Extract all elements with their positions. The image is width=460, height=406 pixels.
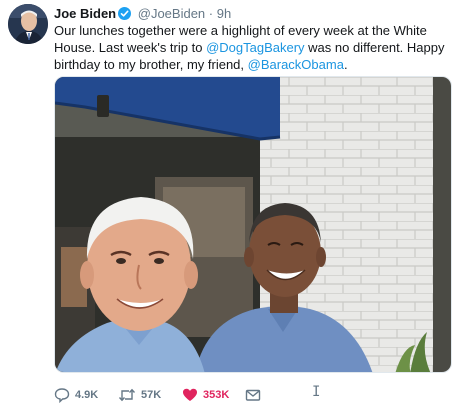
separator-dot: · bbox=[208, 6, 214, 21]
reply-icon bbox=[54, 388, 70, 403]
author-name[interactable]: Joe Biden bbox=[54, 6, 116, 21]
tweet-text: Our lunches together were a highlight of… bbox=[54, 22, 454, 73]
avatar-image bbox=[8, 4, 48, 44]
reply-button[interactable]: 4.9K bbox=[54, 386, 98, 404]
verified-badge-icon bbox=[118, 7, 132, 20]
photo-image bbox=[55, 77, 451, 372]
mention-dogtagbakery[interactable]: @DogTagBakery bbox=[206, 40, 304, 55]
heart-icon bbox=[183, 388, 197, 401]
like-button[interactable]: 353K bbox=[182, 386, 229, 404]
retweet-button[interactable]: 57K bbox=[118, 386, 161, 404]
tweet-text-part: . bbox=[343, 57, 348, 72]
tweet-header: Joe Biden @JoeBiden · 9h bbox=[54, 6, 231, 22]
tweet-actions: 4.9K 57K 353K bbox=[54, 386, 454, 404]
reply-count: 4.9K bbox=[75, 389, 99, 401]
tweet-photo[interactable] bbox=[54, 76, 452, 373]
text-cursor-icon: I bbox=[312, 384, 321, 400]
tweet-timestamp[interactable]: 9h bbox=[217, 6, 231, 21]
avatar[interactable] bbox=[8, 4, 48, 44]
envelope-icon bbox=[245, 389, 261, 401]
mention-barackobama[interactable]: @BarackObama bbox=[248, 57, 344, 72]
direct-message-button[interactable] bbox=[245, 386, 261, 404]
retweet-count: 57K bbox=[141, 389, 162, 401]
like-count: 353K bbox=[203, 389, 230, 401]
retweet-icon bbox=[118, 388, 136, 402]
author-handle[interactable]: @JoeBiden bbox=[138, 6, 205, 21]
